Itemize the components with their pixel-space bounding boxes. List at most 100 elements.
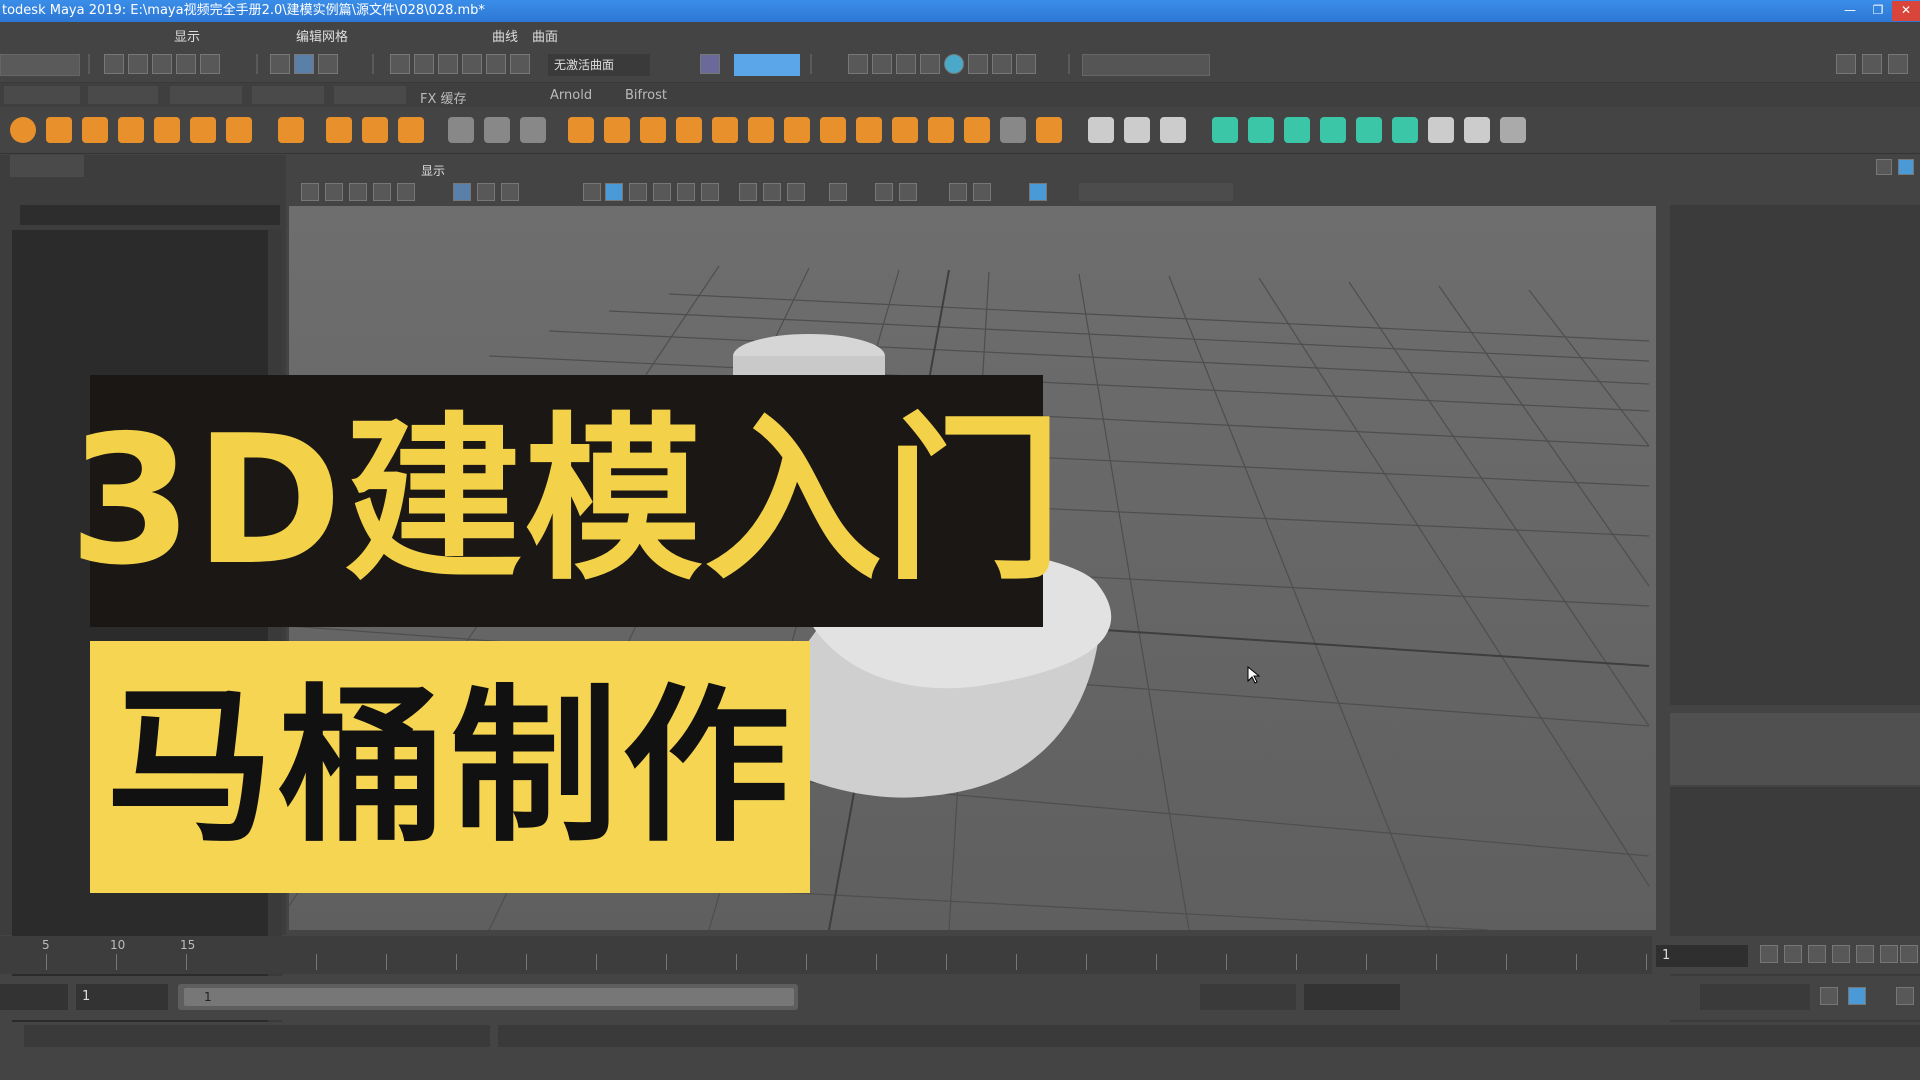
- open-scene-icon[interactable]: [128, 54, 148, 74]
- wireframe-icon[interactable]: [583, 183, 601, 201]
- construction-history-icon[interactable]: [700, 54, 720, 74]
- select-component-icon[interactable]: [318, 54, 338, 74]
- menu-curves[interactable]: 曲线: [492, 26, 518, 45]
- close-icon[interactable]: ✕: [1892, 1, 1920, 21]
- shelf-tab-arnold[interactable]: Arnold: [550, 88, 592, 103]
- multi-cut-icon[interactable]: [1088, 117, 1114, 143]
- poly-disc-icon[interactable]: [226, 117, 252, 143]
- bounding-box-icon[interactable]: [1000, 117, 1026, 143]
- snap-projected-icon[interactable]: [462, 54, 482, 74]
- separate-icon[interactable]: [604, 117, 630, 143]
- shelf-tab[interactable]: [334, 86, 406, 104]
- character-set-dropdown[interactable]: [1580, 984, 1670, 1010]
- lights-icon[interactable]: [677, 183, 695, 201]
- snap-curve-icon[interactable]: [414, 54, 434, 74]
- step-forward-key-icon[interactable]: [1880, 945, 1898, 963]
- fill-hole-icon[interactable]: [964, 117, 990, 143]
- isolate-select-icon[interactable]: [829, 183, 847, 201]
- xray-icon[interactable]: [875, 183, 893, 201]
- mel-script-icon[interactable]: [1500, 117, 1526, 143]
- undo-icon[interactable]: [176, 54, 196, 74]
- attribute-editor-icon[interactable]: [1876, 159, 1892, 175]
- platonic-solid-icon[interactable]: [278, 117, 304, 143]
- live-surface-field[interactable]: 无激活曲面: [548, 54, 650, 76]
- menu-surfaces[interactable]: 曲面: [532, 26, 558, 45]
- extrude-icon[interactable]: [856, 117, 882, 143]
- sew-uv-icon[interactable]: [1464, 117, 1490, 143]
- mel-input-field[interactable]: [24, 1025, 490, 1047]
- shadows-icon[interactable]: [701, 183, 719, 201]
- ambient-occlusion-icon[interactable]: [739, 183, 757, 201]
- snap-point-icon[interactable]: [438, 54, 458, 74]
- super-shape-icon[interactable]: [326, 117, 352, 143]
- poly-plane-icon[interactable]: [190, 117, 216, 143]
- resolution-gate-icon[interactable]: [501, 183, 519, 201]
- sculpt-icon[interactable]: [448, 117, 474, 143]
- ipr-render-icon[interactable]: [896, 54, 916, 74]
- viewport-menu-display[interactable]: 显示: [421, 162, 445, 179]
- camera-icon[interactable]: [301, 183, 319, 201]
- shelf-tab[interactable]: [88, 86, 158, 104]
- auto-key-icon[interactable]: [1848, 987, 1866, 1005]
- shelf-tab-fx-caching[interactable]: FX 缓存: [420, 88, 467, 107]
- animation-end-field[interactable]: [1304, 984, 1400, 1010]
- poly-cylinder-icon[interactable]: [82, 117, 108, 143]
- go-to-start-icon[interactable]: [1760, 945, 1778, 963]
- save-scene-icon[interactable]: [152, 54, 172, 74]
- step-back-frame-icon[interactable]: [1808, 945, 1826, 963]
- sweep-icon[interactable]: [520, 117, 546, 143]
- menuset-dropdown[interactable]: [0, 54, 80, 76]
- textured-icon[interactable]: [653, 183, 671, 201]
- smooth-icon[interactable]: [712, 117, 738, 143]
- offset-edge-loop-icon[interactable]: [1160, 117, 1186, 143]
- redo-icon[interactable]: [200, 54, 220, 74]
- grease-pencil-icon[interactable]: [397, 183, 415, 201]
- play-backward-icon[interactable]: [1832, 945, 1850, 963]
- restore-icon[interactable]: ❐: [1864, 1, 1892, 21]
- animation-start-field[interactable]: [0, 984, 68, 1010]
- outliner-search-field[interactable]: [20, 205, 280, 225]
- preferences-icon[interactable]: [1896, 987, 1914, 1005]
- snap-view-plane-icon[interactable]: [486, 54, 506, 74]
- bevel-icon[interactable]: [892, 117, 918, 143]
- text-icon[interactable]: [362, 117, 388, 143]
- curve-icon[interactable]: [484, 117, 510, 143]
- poly-torus-icon[interactable]: [154, 117, 180, 143]
- minimize-icon[interactable]: —: [1836, 1, 1864, 21]
- poly-sphere-icon[interactable]: [10, 117, 36, 143]
- xray-joints-icon[interactable]: [899, 183, 917, 201]
- shelf-tab[interactable]: [4, 86, 80, 104]
- render-setup-icon[interactable]: [968, 54, 988, 74]
- cylindrical-map-icon[interactable]: [1284, 117, 1310, 143]
- channel-box-icon[interactable]: [1888, 54, 1908, 74]
- tool-settings-icon[interactable]: [1898, 159, 1914, 175]
- animation-layer-dropdown[interactable]: [1420, 984, 1530, 1010]
- boolean-icon[interactable]: [676, 117, 702, 143]
- camera-attributes-icon[interactable]: [325, 183, 343, 201]
- select-object-icon[interactable]: [294, 54, 314, 74]
- remesh-icon[interactable]: [784, 117, 810, 143]
- spherical-map-icon[interactable]: [1320, 117, 1346, 143]
- image-plane-icon[interactable]: [373, 183, 391, 201]
- go-to-end-icon[interactable]: [1900, 945, 1918, 963]
- render-current-icon[interactable]: [872, 54, 892, 74]
- wireframe-on-shaded-icon[interactable]: [629, 183, 647, 201]
- select-hierarchy-icon[interactable]: [270, 54, 290, 74]
- light-editor-icon[interactable]: [992, 54, 1012, 74]
- menu-display[interactable]: 显示: [174, 26, 200, 45]
- svg-icon[interactable]: [398, 117, 424, 143]
- insert-edge-loop-icon[interactable]: [1124, 117, 1150, 143]
- renderer-dropdown[interactable]: [1082, 54, 1210, 76]
- input-field[interactable]: [734, 54, 800, 76]
- bookmark-icon[interactable]: [349, 183, 367, 201]
- play-forward-icon[interactable]: [1856, 945, 1874, 963]
- grid-icon[interactable]: [453, 183, 471, 201]
- playback-start-field[interactable]: 1: [76, 984, 168, 1010]
- poly-cube-icon[interactable]: [46, 117, 72, 143]
- shelf-tab[interactable]: [170, 86, 242, 104]
- render-settings-icon[interactable]: [920, 54, 940, 74]
- anti-aliasing-icon[interactable]: [787, 183, 805, 201]
- shelf-tab-bifrost[interactable]: Bifrost: [625, 88, 667, 103]
- mirror-icon[interactable]: [640, 117, 666, 143]
- current-frame-field[interactable]: 1: [1656, 945, 1748, 967]
